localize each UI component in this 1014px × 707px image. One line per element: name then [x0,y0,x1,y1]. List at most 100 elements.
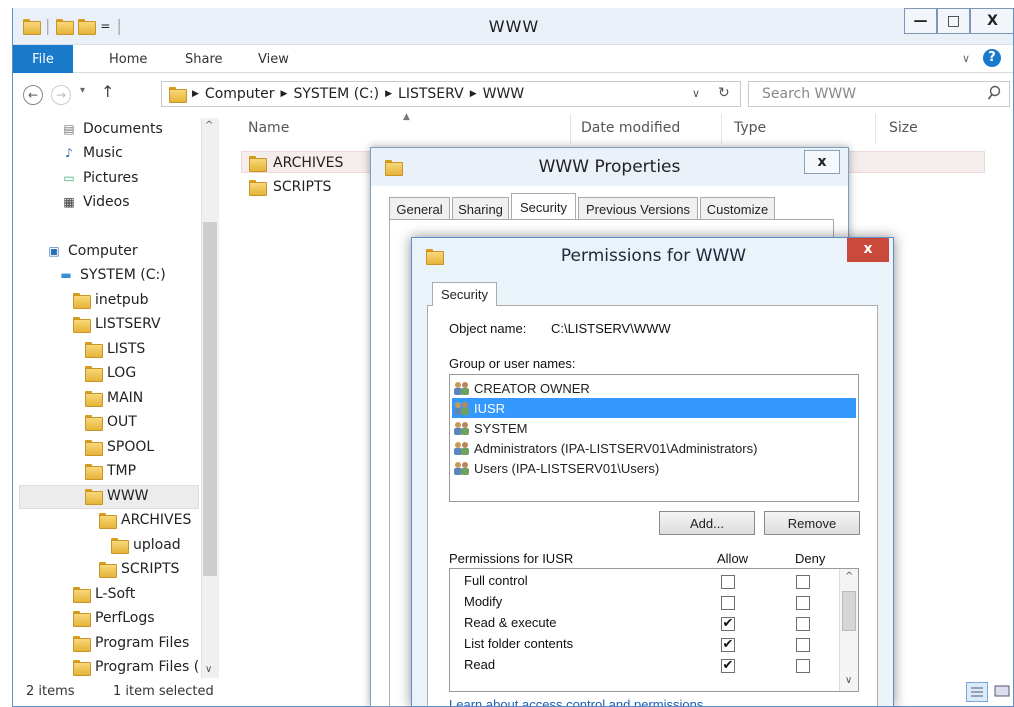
tab-security[interactable]: Security [511,193,576,220]
nav-item-perflogs[interactable]: PerfLogs [73,610,155,627]
user-system[interactable]: SYSTEM [452,418,856,438]
permission-name: Full control [464,573,528,588]
nav-item-l-soft[interactable]: L-Soft [73,586,135,603]
nav-item-main[interactable]: MAIN [85,390,143,407]
add-button[interactable]: Add... [659,511,755,535]
allow-checkbox[interactable]: ✔ [721,659,735,673]
properties-title-bar: WWW Properties x [371,148,848,186]
deny-checkbox[interactable] [796,638,810,652]
videos-icon: ▦ [63,195,75,209]
minimize-button[interactable]: — [904,8,937,34]
user-group-icon [454,462,469,475]
nav-item-lists[interactable]: LISTS [85,341,145,358]
breadcrumb-computer[interactable]: Computer [205,86,275,102]
deny-checkbox[interactable] [796,596,810,610]
user-creator-owner[interactable]: CREATOR OWNER [452,378,856,398]
details-view-icon[interactable] [966,682,988,702]
music-icon: ♪ [65,146,73,160]
folder-icon [249,180,267,196]
nav-scrollbar-thumb[interactable] [203,222,217,576]
forward-icon[interactable]: → [51,85,71,105]
up-arrow-icon[interactable]: ↑ [101,82,114,101]
column-size[interactable]: Size [889,120,918,136]
nav-item-log[interactable]: LOG [85,365,136,382]
properties-close-button[interactable]: x [804,150,840,174]
folder-icon [73,317,91,333]
breadcrumb-www[interactable]: WWW [483,86,525,102]
allow-label: Allow [717,551,749,566]
search-box[interactable]: Search WWW [748,81,1010,107]
nav-item-documents[interactable]: ▤ Documents [61,121,163,137]
folder-icon [73,611,91,627]
tab-previous-versions[interactable]: Previous Versions [578,197,698,220]
permissions-panel: Object name: C:\LISTSERV\WWW Group or us… [427,305,878,706]
nav-item-videos[interactable]: ▦ Videos [61,194,129,210]
nav-item-pictures[interactable]: ▭ Pictures [61,170,138,186]
nav-item-scripts[interactable]: SCRIPTS [99,561,179,578]
nav-item-www[interactable]: WWW [85,488,149,505]
allow-checkbox[interactable] [721,596,735,610]
allow-checkbox[interactable] [721,575,735,589]
user-iusr-selected[interactable]: IUSR [452,398,856,418]
user-group-icon [454,442,469,455]
deny-checkbox[interactable] [796,659,810,673]
search-icon[interactable] [987,85,1001,101]
tab-customize[interactable]: Customize [700,197,775,220]
allow-checkbox[interactable]: ✔ [721,638,735,652]
nav-item-archives[interactable]: ARCHIVES [99,512,191,529]
folder-icon [85,440,103,456]
tab-home[interactable]: Home [109,52,147,67]
large-icons-view-icon[interactable] [992,682,1013,702]
nav-item-out[interactable]: OUT [85,414,137,431]
address-bar[interactable]: ▶ Computer ▶ SYSTEM (C:) ▶ LISTSERV ▶ WW… [161,81,741,107]
nav-item-program-files[interactable]: Program Files ( [73,659,199,676]
address-dropdown-icon[interactable]: ∨ [692,87,700,100]
tab-view[interactable]: View [258,52,289,67]
folder-icon [169,87,187,103]
refresh-icon[interactable]: ↻ [718,85,730,101]
window-title: WWW [488,17,540,36]
nav-item-inetpub[interactable]: inetpub [73,292,149,309]
maximize-button[interactable]: □ [937,8,970,34]
column-type[interactable]: Type [734,120,766,136]
nav-item-listserv[interactable]: LISTSERV [73,316,161,333]
allow-checkbox[interactable]: ✔ [721,617,735,631]
deny-checkbox[interactable] [796,617,810,631]
nav-item-tmp[interactable]: TMP [85,463,136,480]
expand-ribbon-icon[interactable]: ∨ [962,52,970,65]
nav-item-program-files[interactable]: Program Files [73,635,189,652]
drive-icon: ▬ [60,268,72,282]
permissions-scrollbar[interactable]: ^ ∨ [839,569,858,691]
column-date-modified[interactable]: Date modified [581,120,680,136]
remove-button[interactable]: Remove [764,511,860,535]
nav-item-upload[interactable]: upload [111,537,181,554]
nav-item-music[interactable]: ♪ Music [61,145,123,161]
tab-file[interactable]: File [13,45,73,73]
recent-locations-icon[interactable]: ▾ [80,85,85,96]
tab-share[interactable]: Share [185,52,223,67]
folder-icon [85,366,103,382]
permission-name: Read & execute [464,615,557,630]
nav-item-system-c[interactable]: ▬ SYSTEM (C:) [58,267,165,283]
item-count: 2 items [26,684,75,699]
deny-checkbox[interactable] [796,575,810,589]
tab-sharing[interactable]: Sharing [452,197,509,220]
user-administrators[interactable]: Administrators (IPA-LISTSERV01\Administr… [452,438,856,458]
permissions-scrollbar-thumb[interactable] [842,591,856,631]
file-item-scripts[interactable]: SCRIPTS [249,179,331,196]
permissions-close-button[interactable]: x [847,238,889,262]
nav-item-spool[interactable]: SPOOL [85,439,154,456]
column-name[interactable]: Name [248,120,289,136]
breadcrumb-listserv[interactable]: LISTSERV [398,86,464,102]
tab-general[interactable]: General [389,197,450,220]
close-button[interactable]: X [970,8,1013,34]
breadcrumb-system-c[interactable]: SYSTEM (C:) [293,86,379,102]
help-icon[interactable]: ? [983,49,1001,67]
file-item-archives[interactable]: ARCHIVES [249,155,343,172]
user-users[interactable]: Users (IPA-LISTSERV01\Users) [452,458,856,478]
back-icon[interactable]: ← [23,85,43,105]
user-list[interactable]: CREATOR OWNER IUSR SYSTEM Administrators… [449,374,859,502]
nav-item-computer[interactable]: ▣ Computer [46,243,137,259]
tab-security[interactable]: Security [432,282,497,306]
learn-access-link[interactable]: Learn about access control and permissio… [449,697,703,706]
